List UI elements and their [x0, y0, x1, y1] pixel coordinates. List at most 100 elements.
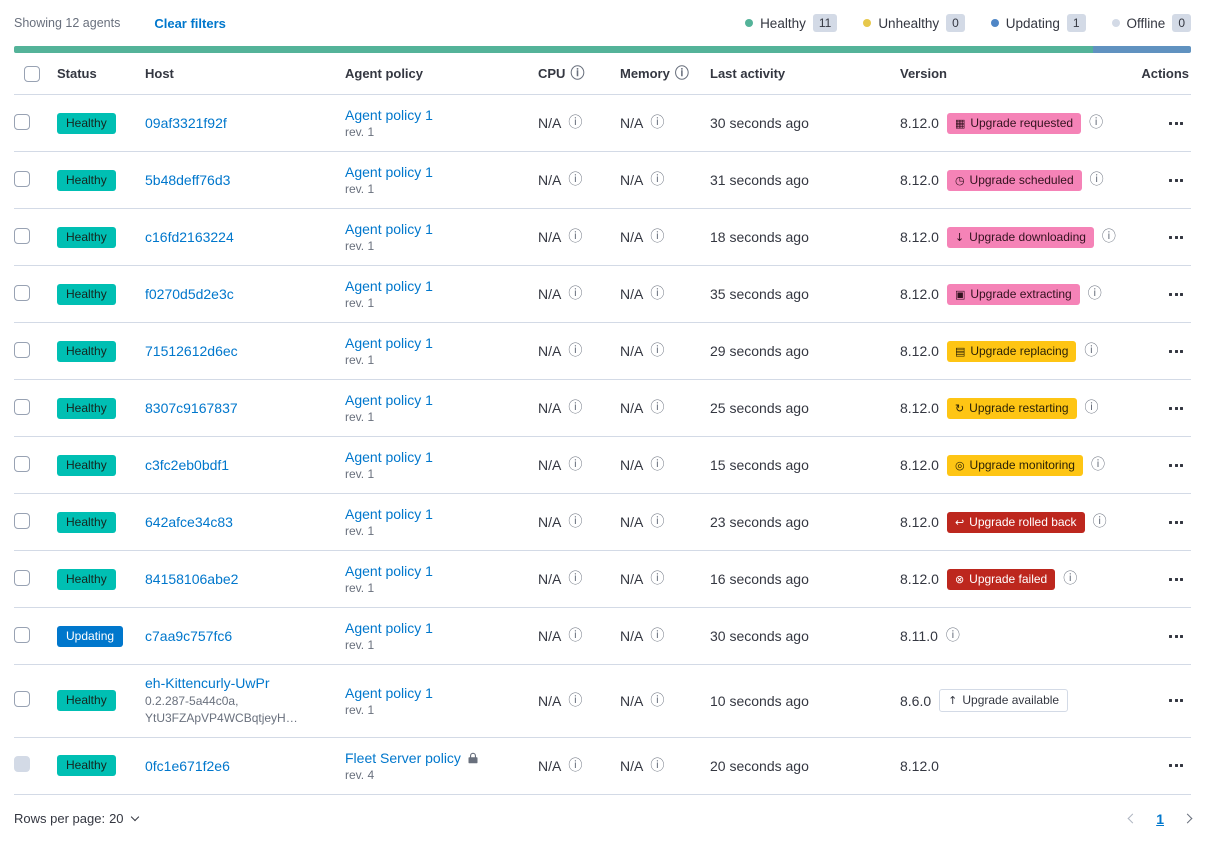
info-icon[interactable]: ⓘ — [568, 116, 582, 130]
info-icon[interactable]: ⓘ — [570, 67, 584, 81]
info-icon[interactable]: ⓘ — [650, 759, 664, 773]
upgrade-info-icon[interactable]: ⓘ — [1091, 458, 1105, 472]
status-badge: Healthy — [57, 341, 116, 362]
column-header-activity[interactable]: Last activity — [710, 66, 900, 81]
info-icon[interactable]: ⓘ — [650, 629, 664, 643]
agent-policy-link[interactable]: Agent policy 1 — [345, 685, 433, 701]
host-link[interactable]: 71512612d6ec — [145, 343, 238, 359]
info-icon[interactable]: ⓘ — [650, 458, 664, 472]
agent-policy-link[interactable]: Agent policy 1 — [345, 506, 433, 522]
row-checkbox[interactable] — [14, 171, 30, 187]
info-icon[interactable]: ⓘ — [568, 287, 582, 301]
row-actions-button[interactable] — [1167, 460, 1185, 471]
row-checkbox[interactable] — [14, 399, 30, 415]
rows-per-page-button[interactable]: Rows per page: 20 — [14, 811, 138, 826]
host-link[interactable]: 8307c9167837 — [145, 400, 238, 416]
info-icon[interactable]: ⓘ — [650, 401, 664, 415]
agent-policy-link[interactable]: Fleet Server policy — [345, 750, 461, 766]
column-header-policy[interactable]: Agent policy — [345, 66, 538, 81]
info-icon[interactable]: ⓘ — [568, 694, 582, 708]
row-actions-button[interactable] — [1167, 574, 1185, 585]
upgrade-info-icon[interactable]: ⓘ — [946, 629, 960, 643]
host-link[interactable]: eh-Kittencurly-UwPr — [145, 675, 269, 691]
info-icon[interactable]: ⓘ — [568, 173, 582, 187]
next-page-button[interactable] — [1183, 814, 1193, 824]
info-icon[interactable]: ⓘ — [568, 759, 582, 773]
agent-policy-link[interactable]: Agent policy 1 — [345, 221, 433, 237]
host-link[interactable]: c7aa9c757fc6 — [145, 628, 232, 644]
row-checkbox[interactable] — [14, 456, 30, 472]
upgrade-info-icon[interactable]: ⓘ — [1088, 287, 1102, 301]
row-actions-button[interactable] — [1167, 517, 1185, 528]
status-badge: Healthy — [57, 227, 116, 248]
info-icon[interactable]: ⓘ — [650, 515, 664, 529]
row-actions-button[interactable] — [1167, 760, 1185, 771]
column-header-version[interactable]: Version — [900, 66, 1141, 81]
info-icon[interactable]: ⓘ — [650, 694, 664, 708]
select-all-checkbox[interactable] — [24, 66, 40, 82]
row-checkbox[interactable] — [14, 691, 30, 707]
info-icon[interactable]: ⓘ — [650, 344, 664, 358]
clear-filters-link[interactable]: Clear filters — [154, 16, 226, 31]
agent-policy-link[interactable]: Agent policy 1 — [345, 392, 433, 408]
host-link[interactable]: 5b48deff76d3 — [145, 172, 230, 188]
upgrade-info-icon[interactable]: ⓘ — [1063, 572, 1077, 586]
host-link[interactable]: 84158106abe2 — [145, 571, 238, 587]
column-header-status[interactable]: Status — [57, 66, 145, 81]
column-header-cpu[interactable]: CPUⓘ — [538, 66, 620, 81]
info-icon[interactable]: ⓘ — [650, 572, 664, 586]
info-icon[interactable]: ⓘ — [650, 230, 664, 244]
agent-policy-link[interactable]: Agent policy 1 — [345, 335, 433, 351]
host-link[interactable]: 642afce34c83 — [145, 514, 233, 530]
row-checkbox[interactable] — [14, 114, 30, 130]
host-link[interactable]: c3fc2eb0bdf1 — [145, 457, 229, 473]
info-icon[interactable]: ⓘ — [568, 629, 582, 643]
row-checkbox[interactable] — [14, 228, 30, 244]
row-actions-button[interactable] — [1167, 346, 1185, 357]
info-icon[interactable]: ⓘ — [568, 515, 582, 529]
row-actions-button[interactable] — [1167, 175, 1185, 186]
legend-count-badge: 0 — [1172, 14, 1191, 32]
host-link[interactable]: 09af3321f92f — [145, 115, 227, 131]
agent-policy-link[interactable]: Agent policy 1 — [345, 449, 433, 465]
info-icon[interactable]: ⓘ — [650, 287, 664, 301]
info-icon[interactable]: ⓘ — [675, 67, 689, 81]
agent-policy-link[interactable]: Agent policy 1 — [345, 563, 433, 579]
row-checkbox[interactable] — [14, 627, 30, 643]
table-body: Healthy 09af3321f92f Agent policy 1 rev.… — [14, 95, 1191, 795]
upgrade-info-icon[interactable]: ⓘ — [1102, 230, 1116, 244]
row-actions-button[interactable] — [1167, 232, 1185, 243]
upgrade-info-icon[interactable]: ⓘ — [1084, 344, 1098, 358]
host-link[interactable]: 0fc1e671f2e6 — [145, 758, 230, 774]
info-icon[interactable]: ⓘ — [650, 116, 664, 130]
host-link[interactable]: c16fd2163224 — [145, 229, 234, 245]
info-icon[interactable]: ⓘ — [568, 572, 582, 586]
agent-policy-link[interactable]: Agent policy 1 — [345, 278, 433, 294]
upgrade-info-icon[interactable]: ⓘ — [1090, 173, 1104, 187]
row-actions-button[interactable] — [1167, 695, 1185, 706]
row-actions-button[interactable] — [1167, 118, 1185, 129]
row-checkbox[interactable] — [14, 513, 30, 529]
page-number-1[interactable]: 1 — [1156, 811, 1164, 827]
row-actions-button[interactable] — [1167, 289, 1185, 300]
upgrade-info-icon[interactable]: ⓘ — [1085, 401, 1099, 415]
info-icon[interactable]: ⓘ — [568, 344, 582, 358]
column-header-host[interactable]: Host — [145, 66, 345, 81]
row-actions-button[interactable] — [1167, 631, 1185, 642]
upgrade-info-icon[interactable]: ⓘ — [1089, 116, 1103, 130]
info-icon[interactable]: ⓘ — [568, 401, 582, 415]
agent-policy-link[interactable]: Agent policy 1 — [345, 620, 433, 636]
row-actions-button[interactable] — [1167, 403, 1185, 414]
info-icon[interactable]: ⓘ — [568, 458, 582, 472]
previous-page-button[interactable] — [1128, 814, 1138, 824]
row-checkbox[interactable] — [14, 570, 30, 586]
row-checkbox[interactable] — [14, 342, 30, 358]
agent-policy-link[interactable]: Agent policy 1 — [345, 164, 433, 180]
row-checkbox[interactable] — [14, 285, 30, 301]
info-icon[interactable]: ⓘ — [650, 173, 664, 187]
info-icon[interactable]: ⓘ — [568, 230, 582, 244]
agent-policy-link[interactable]: Agent policy 1 — [345, 107, 433, 123]
upgrade-info-icon[interactable]: ⓘ — [1093, 515, 1107, 529]
host-link[interactable]: f0270d5d2e3c — [145, 286, 234, 302]
column-header-memory[interactable]: Memoryⓘ — [620, 66, 710, 81]
